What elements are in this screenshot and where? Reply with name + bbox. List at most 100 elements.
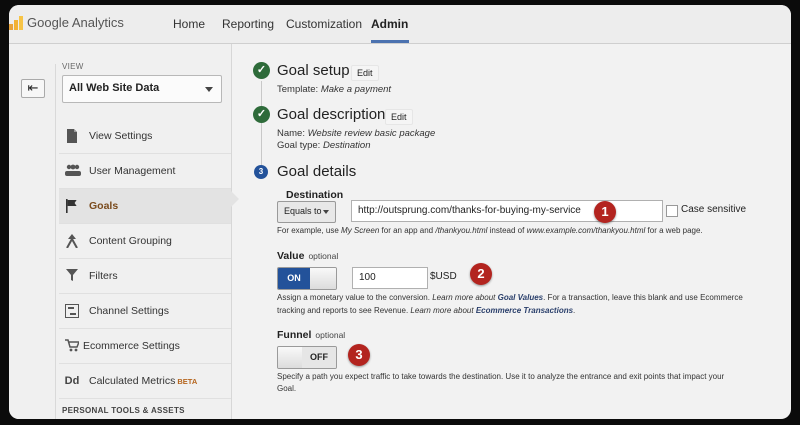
callout-badge-2: 2 (470, 263, 492, 285)
funnel-help-line-1: Specify a path you expect traffic to tak… (277, 372, 725, 381)
sidebar-item-content-grouping[interactable]: Content Grouping (59, 224, 231, 259)
optional-tag: optional (315, 330, 346, 340)
top-bar: Google Analytics Home Reporting Customiz… (9, 5, 791, 44)
help-text: for an app and (381, 226, 434, 235)
steps-connector (261, 81, 262, 171)
nav-active-indicator (371, 40, 409, 43)
destination-url-value: http://outsprung.com/thanks-for-buying-m… (358, 205, 581, 216)
funnel-label: Funnel optional (277, 329, 345, 341)
flag-icon (65, 199, 79, 213)
help-text: Learn more about (432, 293, 496, 302)
sidebar-item-label: Calculated Metrics BETA (89, 375, 197, 387)
dd-icon: Dd (64, 375, 80, 387)
value-amount-input[interactable]: 100 (352, 267, 428, 289)
sidebar-item-label: User Management (89, 165, 176, 177)
beta-badge: BETA (177, 377, 198, 386)
help-text: . For a transaction, leave this blank an… (543, 293, 743, 302)
back-arrow-button[interactable]: ⇤ (21, 79, 45, 98)
app-logo[interactable]: Google Analytics (9, 15, 124, 30)
users-icon (65, 164, 81, 178)
filter-icon (65, 269, 79, 283)
funnel-help-line-2: Goal. (277, 384, 297, 393)
goal-description-title: Goal description (277, 106, 386, 123)
sidebar-item-ecommerce-settings[interactable]: Ecommerce Settings (59, 329, 231, 364)
goal-name-value: Website review basic package (307, 128, 436, 139)
sidebar-item-label: Filters (89, 270, 118, 282)
case-sensitive-label: Case sensitive (681, 204, 747, 215)
toggle-knob (278, 347, 303, 368)
chevron-down-icon (205, 87, 213, 92)
sidebar-item-goals[interactable]: Goals (59, 189, 231, 224)
active-item-pointer (231, 191, 239, 207)
goal-setup-edit-button[interactable]: Edit (351, 65, 379, 81)
callout-badge-1: 1 (594, 201, 616, 223)
destination-help: For example, use My Screen for an app an… (277, 226, 703, 235)
chevron-down-icon (323, 210, 329, 214)
nav-home[interactable]: Home (173, 17, 205, 31)
sidebar-item-label: Ecommerce Settings (83, 340, 180, 352)
nav-admin[interactable]: Admin (371, 17, 408, 31)
sidebar-item-label: Goals (89, 200, 119, 212)
sidebar-divider (55, 64, 56, 419)
step-number-badge: 3 (254, 165, 268, 179)
sidebar-item-label: Content Grouping (89, 235, 172, 247)
personal-tools-heading: PERSONAL TOOLS & ASSETS (62, 406, 185, 415)
sidebar-item-filters[interactable]: Filters (59, 259, 231, 294)
grouping-icon (65, 234, 79, 249)
value-amount: 100 (359, 272, 376, 283)
currency-label: $USD (430, 271, 457, 282)
template-value: Make a payment (320, 84, 392, 95)
value-label: Value optional (277, 250, 338, 262)
goal-type-line: Goal type: Destination (277, 140, 370, 151)
calculated-metrics-label: Calculated Metrics (89, 375, 176, 387)
sidebar-item-label: View Settings (89, 130, 153, 142)
funnel-label-text: Funnel (277, 329, 312, 341)
sidebar-item-channel-settings[interactable]: Channel Settings (59, 294, 231, 329)
app-name: Google Analytics (27, 15, 124, 30)
help-text: www.example.com/thankyou.html (526, 226, 646, 235)
help-text: Assign a monetary value to the conversio… (277, 293, 430, 302)
sidebar-item-calculated-metrics[interactable]: Dd Calculated Metrics BETA (59, 364, 231, 399)
toggle-state-label: ON (278, 268, 310, 289)
goal-setup-title: Goal setup (277, 62, 350, 79)
value-toggle[interactable]: ON (277, 267, 337, 290)
channel-icon (65, 304, 79, 318)
sidebar-item-view-settings[interactable]: View Settings (59, 119, 231, 154)
sidebar-item-label: Channel Settings (89, 305, 169, 317)
goal-type-label: Goal type: (277, 140, 321, 151)
goal-details-title: Goal details (277, 163, 357, 180)
match-type-select[interactable]: Equals to (277, 201, 336, 223)
help-text: For example, use (277, 226, 339, 235)
value-help-line-2: tracking and reports to see Revenue. Lea… (277, 306, 575, 315)
case-sensitive-checkbox[interactable] (666, 205, 678, 217)
template-line: Template: Make a payment (277, 84, 391, 95)
analytics-logo-icon (9, 15, 23, 30)
toggle-state-label: OFF (302, 347, 336, 368)
funnel-toggle[interactable]: OFF (277, 346, 337, 369)
cart-icon (65, 339, 81, 353)
toggle-knob (310, 268, 336, 289)
view-label: VIEW (62, 62, 84, 71)
help-text: instead of (489, 226, 525, 235)
destination-url-input[interactable]: http://outsprung.com/thanks-for-buying-m… (351, 200, 663, 222)
goal-type-value: Destination (322, 140, 371, 151)
help-text: Learn more about (410, 306, 474, 315)
help-text: for a web page. (647, 226, 703, 235)
nav-customization[interactable]: Customization (286, 17, 362, 31)
value-label-text: Value (277, 250, 305, 262)
template-label: Template: (277, 84, 319, 95)
help-text: . (573, 306, 576, 315)
view-select-value: All Web Site Data (69, 82, 160, 94)
help-text: My Screen (341, 226, 380, 235)
screen: Google Analytics Home Reporting Customiz… (9, 5, 791, 419)
callout-badge-3: 3 (348, 344, 370, 366)
optional-tag: optional (308, 251, 339, 261)
nav-reporting[interactable]: Reporting (222, 17, 274, 31)
goal-name-line: Name: Website review basic package (277, 128, 435, 139)
view-select[interactable]: All Web Site Data (62, 75, 222, 103)
ecommerce-transactions-link[interactable]: Ecommerce Transactions (476, 306, 573, 315)
value-help-line-1: Assign a monetary value to the conversio… (277, 293, 743, 302)
sidebar-item-user-management[interactable]: User Management (59, 154, 231, 189)
goal-values-link[interactable]: Goal Values (498, 293, 544, 302)
goal-description-edit-button[interactable]: Edit (385, 109, 413, 125)
